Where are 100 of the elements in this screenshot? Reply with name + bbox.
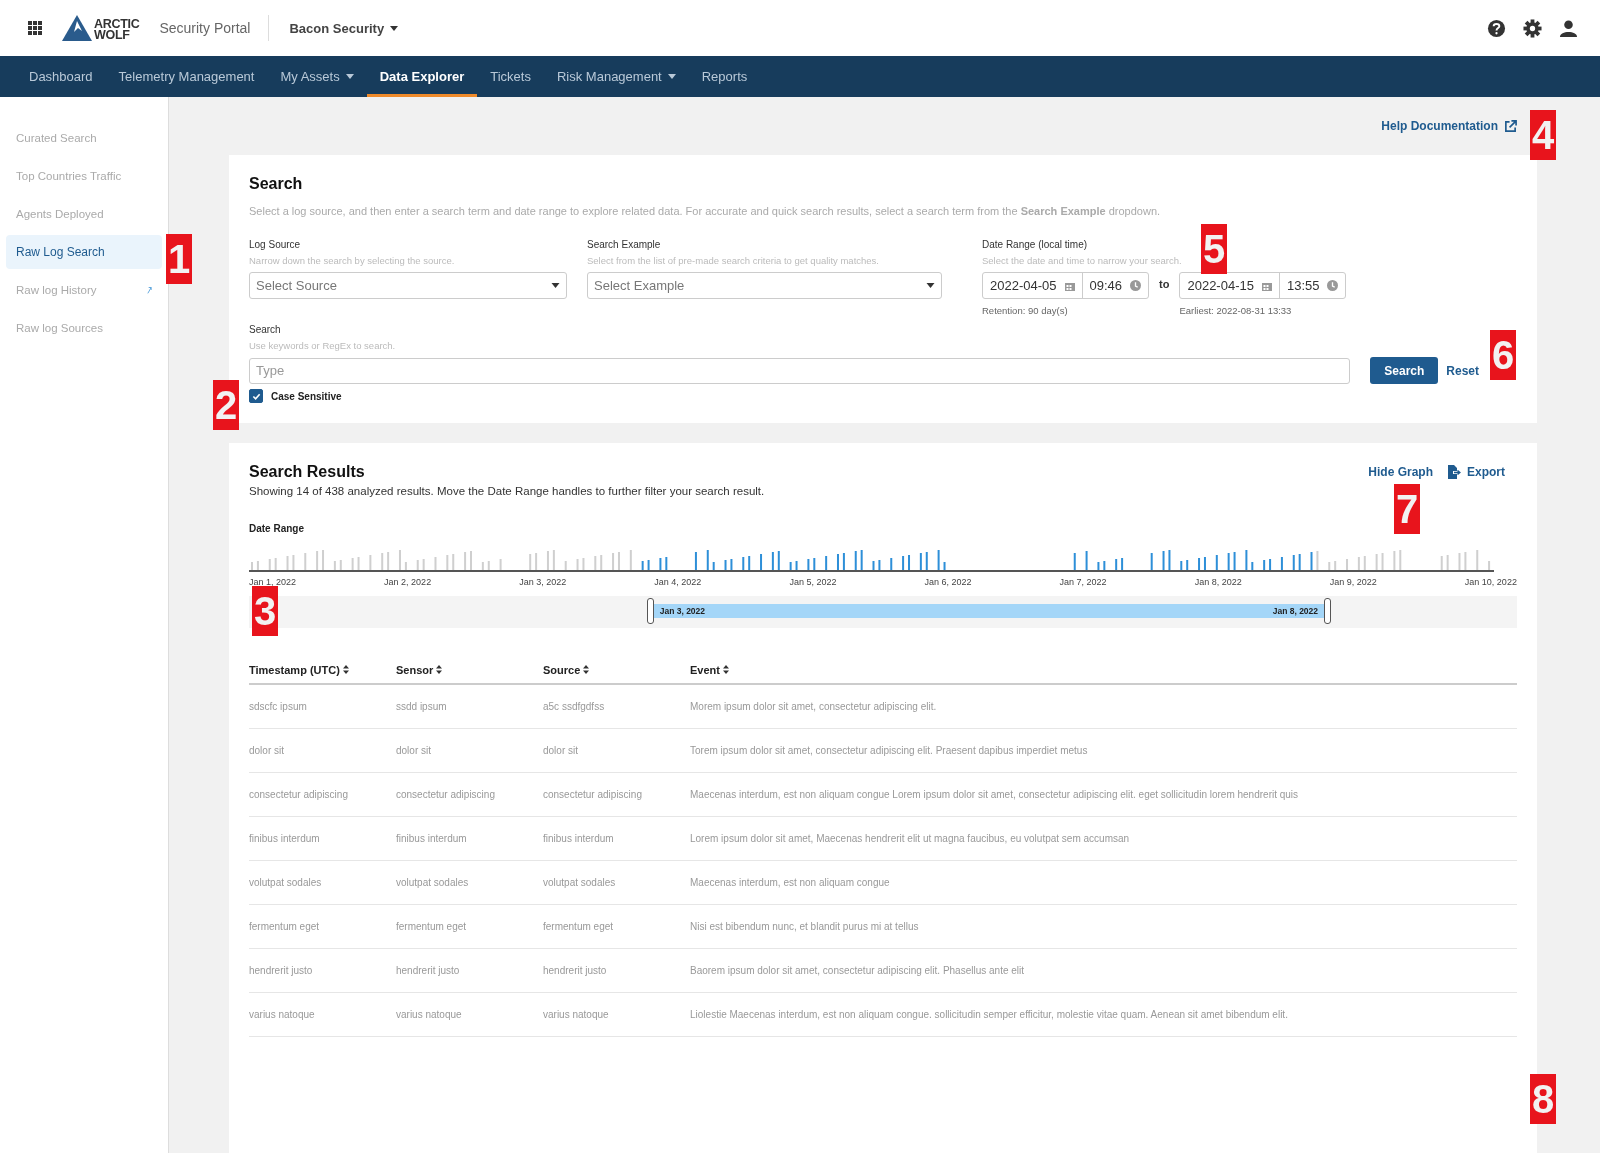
table-cell: Baorem ipsum dolor sit amet, consectetur adipiscing elit. Phasellus ante elit xyxy=(690,948,1517,993)
section-title: Search Results xyxy=(249,463,366,481)
table-cell: dolor sit xyxy=(249,728,396,773)
table-cell: hendrerit justo xyxy=(543,948,690,993)
organization-dropdown[interactable]: Bacon Security xyxy=(287,18,401,38)
table-cell: hendrerit justo xyxy=(396,948,543,993)
table-cell: Lorem ipsum dolor sit amet, Maecenas hendrerit elit ut magna faucibus, eu volutpat sem accumsan xyxy=(690,816,1517,861)
nav-tab[interactable]: Telemetry Management xyxy=(105,56,268,97)
table-cell: a5c ssdfgdfss xyxy=(543,684,690,729)
sidebar-item[interactable]: Raw Log Search xyxy=(6,235,162,269)
checkbox[interactable] xyxy=(249,389,263,403)
callout-number: 1 xyxy=(166,234,192,284)
table-cell: Morem ipsum dolor sit amet, consectetur adipiscing elit. xyxy=(690,684,1517,729)
table-cell: consectetur adipiscing xyxy=(543,772,690,817)
search-button[interactable]: Search xyxy=(1370,357,1439,384)
table-cell: fermentum eget xyxy=(249,904,396,949)
checkmark-icon xyxy=(251,391,261,401)
axis-label: Jan 1, 2022 xyxy=(249,577,297,587)
table-cell: consectetur adipiscing xyxy=(396,772,543,817)
column-header[interactable]: Event xyxy=(690,664,1517,684)
sort-icon xyxy=(436,665,443,674)
description-text: Select a log source, and then enter a search term and date range to explore related data. For accurate and quick search results, select a search term from the Search Example dropdown. xyxy=(249,205,1162,217)
logo-text: ARCTIC xyxy=(94,19,140,30)
sort-icon xyxy=(342,665,349,674)
table-cell: sdscfc ipsum xyxy=(249,684,396,729)
log-source-dropdown[interactable]: Select Source xyxy=(249,272,567,299)
axis-label: Jan 4, 2022 xyxy=(654,577,702,587)
help-documentation-link[interactable]: Help Documentation xyxy=(1381,119,1517,133)
field-hint: Select the date and time to narrow your search. xyxy=(982,255,1183,266)
table-cell: Maecenas interdum, est non aliquam congue Lorem ipsum dolor sit amet, consectetur adipiscing elit. eget sollicitudin lorem hendrerit quis xyxy=(690,772,1517,817)
mountain-icon xyxy=(62,15,92,41)
callout-number: 2 xyxy=(213,380,239,430)
range-end-label: Jan 8, 2022 xyxy=(1272,606,1319,616)
table-cell: dolor sit xyxy=(543,728,690,773)
nav-tab[interactable]: My Assets xyxy=(267,56,367,97)
field-label: Search Example xyxy=(587,239,662,250)
logo-text: WOLF xyxy=(94,30,131,41)
callout-number: 5 xyxy=(1201,224,1227,274)
caret-icon xyxy=(390,25,399,31)
axis-label: Jan 10, 2022 xyxy=(1464,577,1517,587)
table-cell: Maecenas interdum, est non aliquam congue xyxy=(690,860,1517,905)
field-hint: Narrow down the search by selecting the source. xyxy=(249,255,456,266)
field-label: Search xyxy=(249,324,282,335)
table-cell: dolor sit xyxy=(396,728,543,773)
nav-tab[interactable]: Reports xyxy=(688,56,761,97)
settings-icon[interactable] xyxy=(1523,18,1542,38)
table-cell: ssdd ipsum xyxy=(396,684,543,729)
column-header[interactable]: Timestamp (UTC) xyxy=(249,664,396,684)
reset-link[interactable]: Reset xyxy=(1446,363,1479,378)
table-cell: consectetur adipiscing xyxy=(249,772,396,817)
axis-label: Jan 7, 2022 xyxy=(1059,577,1107,587)
range-start-label: Jan 3, 2022 xyxy=(659,606,706,616)
caret-icon xyxy=(551,283,560,288)
checkbox-label: Case Sensitive xyxy=(271,390,342,402)
table-cell: finibus interdum xyxy=(543,816,690,861)
user-icon[interactable] xyxy=(1559,18,1578,38)
field-hint: Use keywords or RegEx to search. xyxy=(249,340,397,351)
table-cell: fermentum eget xyxy=(543,904,690,949)
search-example-dropdown[interactable]: Select Example xyxy=(587,272,942,299)
chart-label: Date Range xyxy=(249,523,305,534)
export-icon xyxy=(1447,465,1461,479)
field-label: Date Range (local time) xyxy=(982,239,1089,250)
nav-tab[interactable]: Risk Management xyxy=(543,56,689,97)
portal-title: Security Portal xyxy=(159,20,251,36)
range-handle[interactable] xyxy=(646,598,654,624)
table-cell: varius natoque xyxy=(249,992,396,1037)
axis-label: Jan 2, 2022 xyxy=(384,577,432,587)
caret-icon xyxy=(926,283,935,288)
export-link[interactable]: Export xyxy=(1447,463,1505,481)
table-cell: varius natoque xyxy=(543,992,690,1037)
axis-label: Jan 9, 2022 xyxy=(1329,577,1377,587)
range-handle[interactable] xyxy=(1324,598,1332,624)
table-cell: Liolestie Maecenas interdum, est non aliquam congue. sollicitudin semper efficitur, molestie vitae quam. Aenean sit amet bibendum elit. xyxy=(690,992,1517,1037)
apps-grid-icon[interactable] xyxy=(28,21,42,35)
callout-number: 8 xyxy=(1530,1074,1556,1124)
axis-label: Jan 6, 2022 xyxy=(924,577,972,587)
range-separator: to xyxy=(1159,277,1170,292)
table-cell: fermentum eget xyxy=(396,904,543,949)
column-header[interactable]: Source xyxy=(543,664,690,684)
section-title: Search xyxy=(249,175,304,193)
help-icon[interactable] xyxy=(1487,18,1506,38)
table-cell: Nisi est bibendum nunc, et blandit purus mi at tellus xyxy=(690,904,1517,949)
axis-label: Jan 5, 2022 xyxy=(789,577,837,587)
table-cell: finibus interdum xyxy=(249,816,396,861)
table-cell: volutpat sodales xyxy=(249,860,396,905)
field-hint: Select from the list of pre-made search criteria to get quality matches. xyxy=(587,255,880,266)
earliest-note: Earliest: 2022-08-31 13:33 xyxy=(1179,305,1293,316)
hide-graph-link[interactable]: Hide Graph xyxy=(1368,463,1433,481)
results-summary: Showing 14 of 438 analyzed results. Move the Date Range handles to further filter your search result. xyxy=(249,485,765,497)
callout-number: 3 xyxy=(252,586,278,636)
search-input[interactable]: Type xyxy=(249,357,1351,384)
external-link-icon xyxy=(1504,119,1517,133)
callout-number: 7 xyxy=(1394,484,1420,534)
column-header[interactable]: Sensor xyxy=(396,664,543,684)
sort-icon xyxy=(723,665,729,674)
nav-tab[interactable]: Dashboard xyxy=(16,56,106,97)
table-cell: finibus interdum xyxy=(396,816,543,861)
nav-tab[interactable]: Tickets xyxy=(477,56,544,97)
retention-note: Retention: 90 day(s) xyxy=(982,305,1069,316)
field-label: Log Source xyxy=(249,239,302,250)
